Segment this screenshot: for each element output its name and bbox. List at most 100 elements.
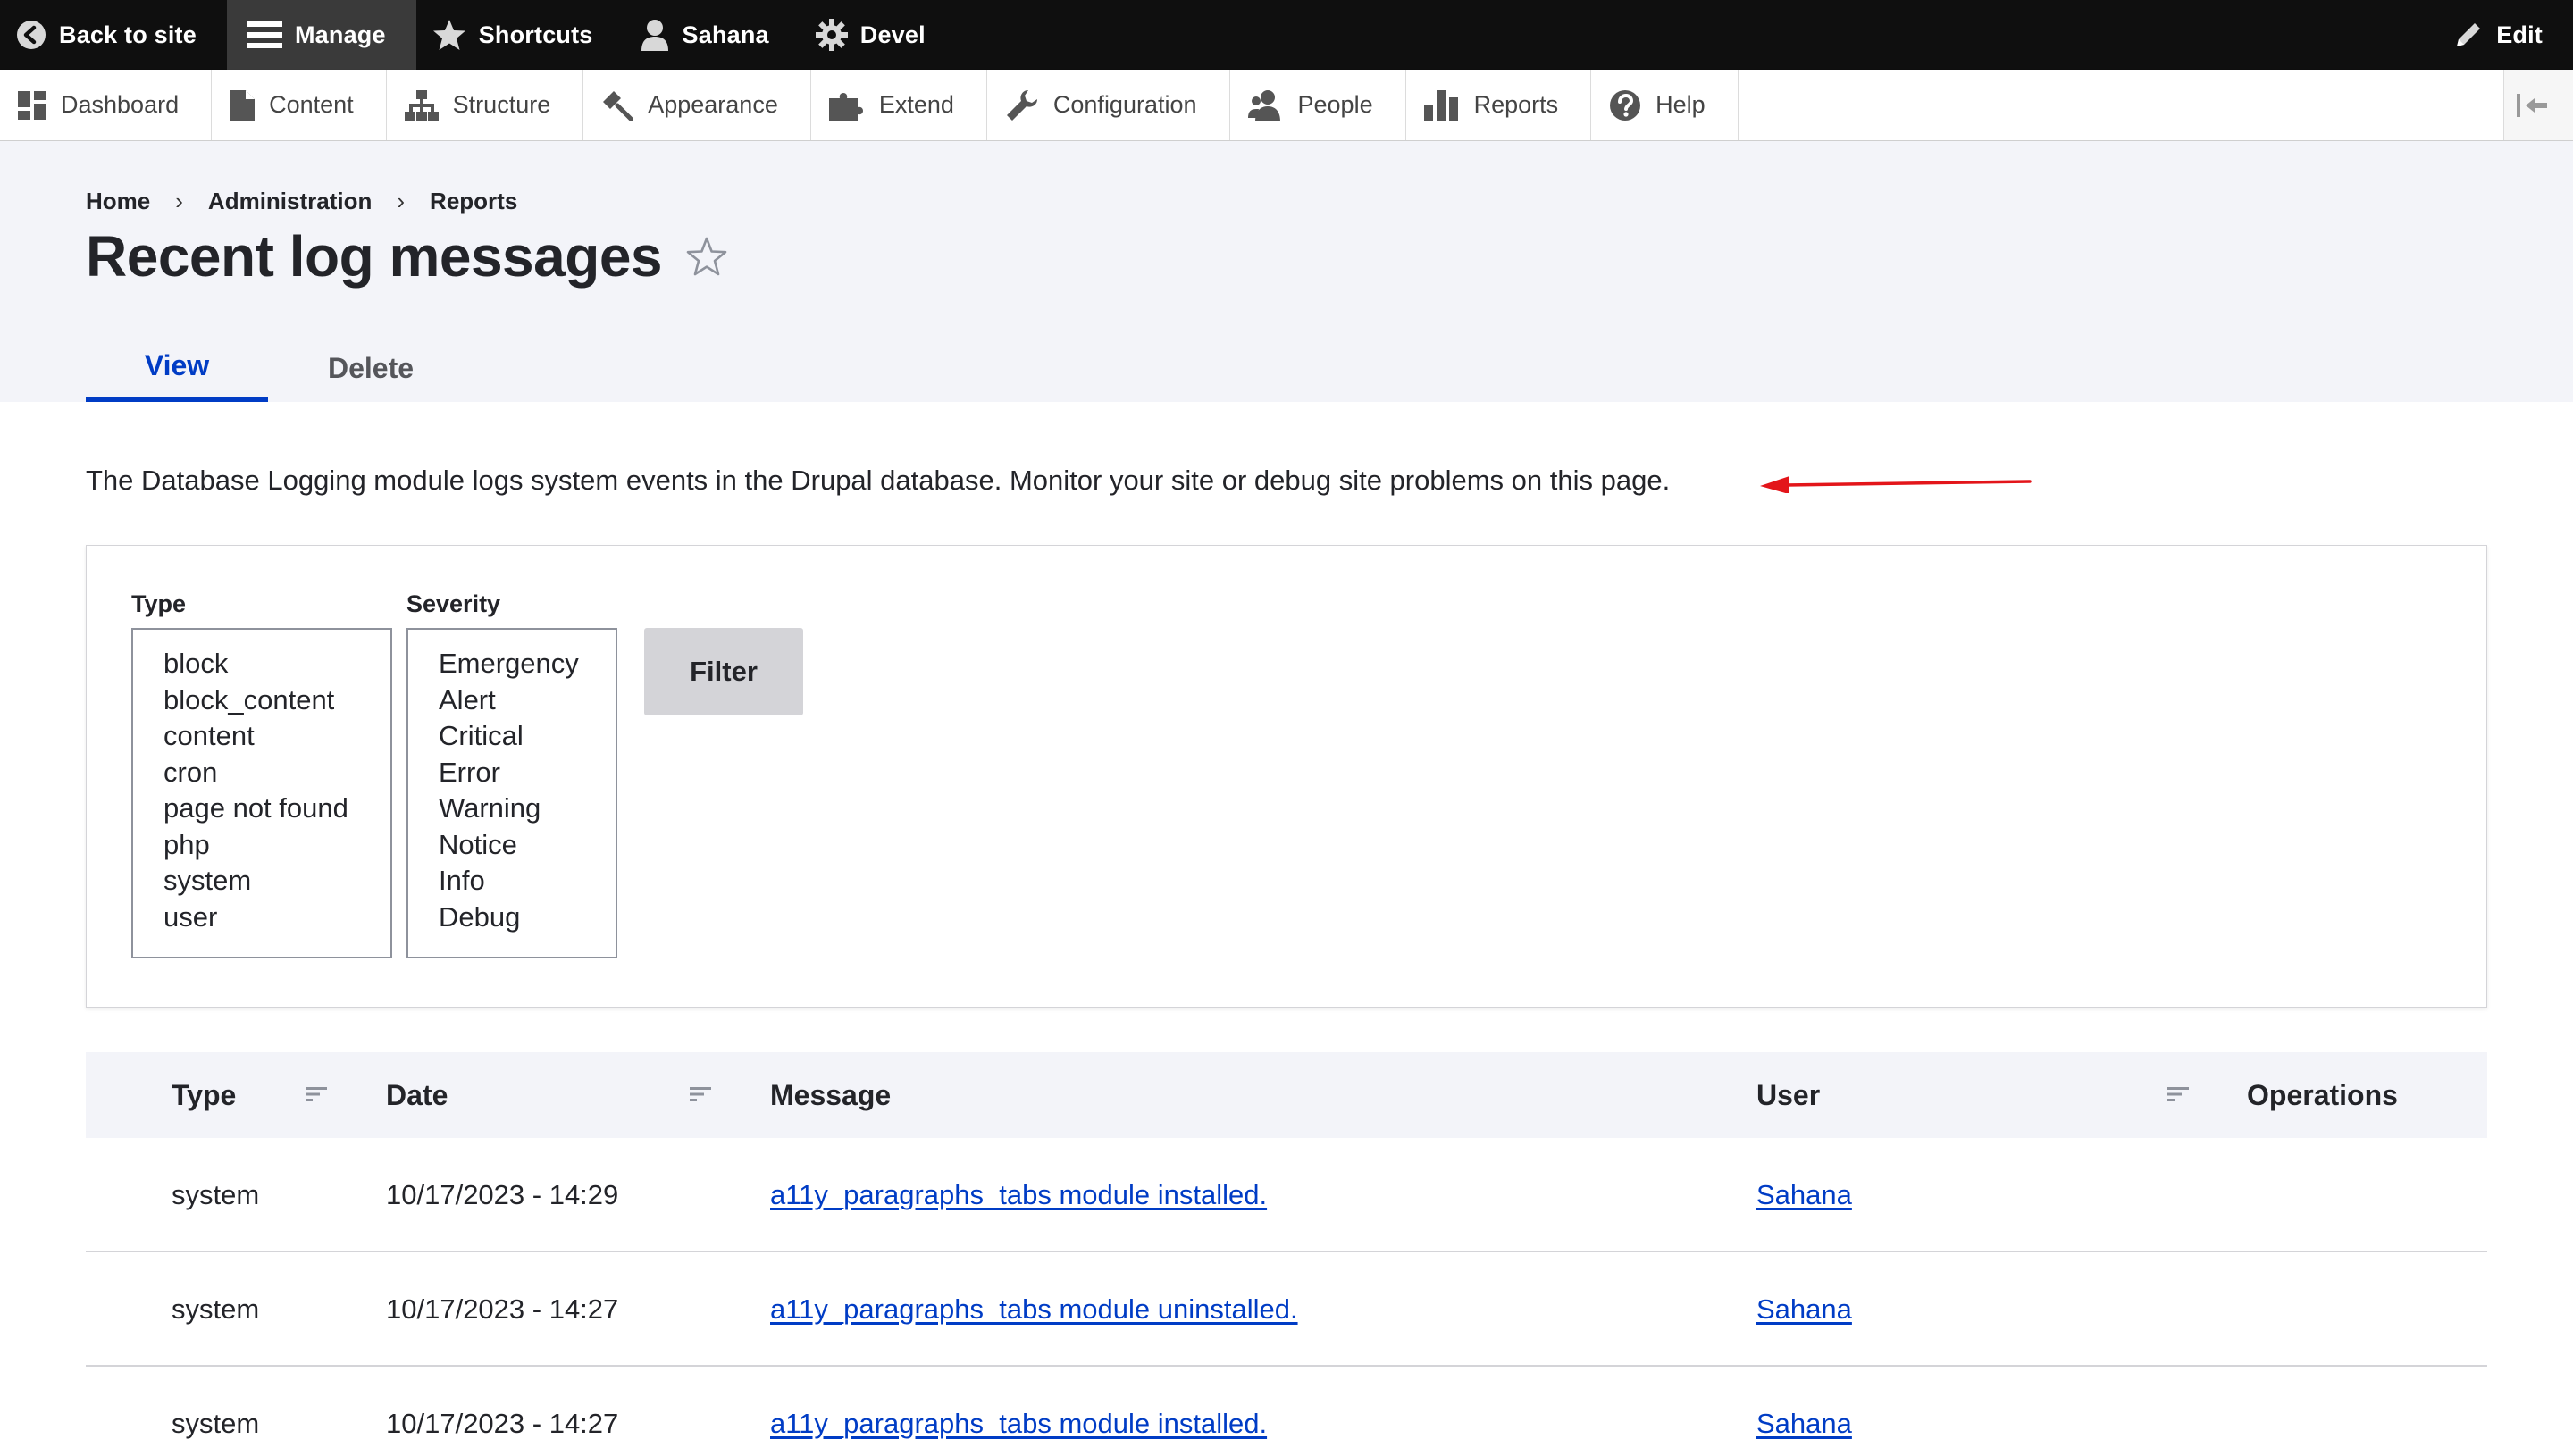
sort-icon[interactable]	[306, 1086, 327, 1102]
message-link[interactable]: a11y_paragraphs_tabs module installed.	[770, 1179, 1267, 1211]
breadcrumb-reports[interactable]: Reports	[430, 188, 517, 215]
severity-option[interactable]: Debug	[439, 900, 616, 936]
sort-icon[interactable]	[690, 1086, 711, 1102]
gear-icon	[815, 19, 848, 51]
tray-item-reports[interactable]: Reports	[1406, 70, 1592, 140]
column-header-message: Message	[770, 1078, 892, 1111]
user-icon	[641, 20, 668, 51]
cell-type: system	[172, 1293, 260, 1325]
severity-option[interactable]: Error	[439, 755, 616, 791]
breadcrumb-home[interactable]: Home	[86, 188, 150, 215]
severity-option[interactable]: Warning	[439, 791, 616, 827]
page-header: Home › Administration › Reports Recent l…	[0, 141, 2573, 402]
admin-toolbar: Back to site Manage Shortcuts Sahana Dev…	[0, 0, 2573, 70]
reports-icon	[1423, 89, 1458, 121]
tray-item-appearance[interactable]: Appearance	[583, 70, 811, 140]
table-row: system 10/17/2023 - 14:27 a11y_paragraph…	[86, 1367, 2487, 1456]
back-arrow-icon	[17, 21, 46, 49]
type-option[interactable]: php	[163, 827, 390, 864]
column-header-date[interactable]: Date	[386, 1052, 448, 1138]
tray-item-extend[interactable]: Extend	[811, 70, 987, 140]
primary-tabs: View Delete	[86, 329, 474, 402]
cell-date: 10/17/2023 - 14:27	[386, 1293, 619, 1325]
tray-item-label: Appearance	[648, 91, 778, 118]
type-option[interactable]: system	[163, 863, 390, 900]
cell-type: system	[172, 1408, 260, 1439]
type-option[interactable]: cron	[163, 755, 390, 791]
tab-delete[interactable]: Delete	[268, 329, 474, 402]
type-filter-select[interactable]: block block_content content cron page no…	[131, 628, 392, 958]
page-title-text: Recent log messages	[86, 224, 663, 289]
breadcrumb: Home › Administration › Reports	[86, 188, 517, 215]
help-icon	[1610, 89, 1641, 121]
tray-item-label: Dashboard	[61, 91, 180, 118]
add-shortcut-star-icon[interactable]	[685, 236, 728, 277]
message-link[interactable]: a11y_paragraphs_tabs module uninstalled.	[770, 1293, 1298, 1326]
tray-item-content[interactable]: Content	[212, 70, 387, 140]
devel-tab[interactable]: Devel	[800, 0, 956, 70]
severity-filter-select[interactable]: Emergency Alert Critical Error Warning N…	[406, 628, 617, 958]
type-option[interactable]: block_content	[163, 682, 390, 719]
back-to-site-label: Back to site	[59, 21, 197, 48]
type-option[interactable]: content	[163, 718, 390, 755]
user-link[interactable]: Sahana	[1756, 1408, 1852, 1440]
severity-option[interactable]: Info	[439, 863, 616, 900]
severity-option[interactable]: Critical	[439, 718, 616, 755]
tray-item-help[interactable]: Help	[1591, 70, 1739, 140]
edit-toggle[interactable]: Edit	[2435, 0, 2573, 70]
tray-item-structure[interactable]: Structure	[387, 70, 584, 140]
cell-message: a11y_paragraphs_tabs module installed.	[770, 1138, 1267, 1252]
collapse-icon	[2516, 93, 2547, 117]
tab-view[interactable]: View	[86, 329, 268, 402]
admin-menu-tray: Dashboard Content Structure Appearance E…	[0, 70, 2573, 141]
type-option[interactable]: user	[163, 900, 390, 936]
back-to-site-link[interactable]: Back to site	[0, 0, 227, 70]
column-header-operations: Operations	[2247, 1078, 2398, 1111]
type-filter-label: Type	[131, 590, 187, 617]
type-option[interactable]: block	[163, 646, 390, 682]
cell-user: Sahana	[1756, 1367, 1852, 1456]
cell-user: Sahana	[1756, 1252, 1852, 1367]
content-icon	[230, 89, 256, 121]
user-link[interactable]: Sahana	[1756, 1179, 1852, 1211]
tray-item-people[interactable]: People	[1230, 70, 1406, 140]
severity-option[interactable]: Alert	[439, 682, 616, 719]
cell-user: Sahana	[1756, 1138, 1852, 1252]
extend-icon	[828, 92, 863, 121]
user-label: Sahana	[682, 21, 769, 48]
configuration-icon	[1006, 89, 1037, 121]
dashboard-icon	[18, 90, 46, 120]
breadcrumb-administration[interactable]: Administration	[208, 188, 372, 215]
severity-filter-label: Severity	[406, 590, 501, 617]
filter-button[interactable]: Filter	[644, 628, 803, 715]
hamburger-icon	[246, 21, 282, 48]
message-link[interactable]: a11y_paragraphs_tabs module installed.	[770, 1408, 1267, 1440]
table-row: system 10/17/2023 - 14:29 a11y_paragraph…	[86, 1138, 2487, 1252]
cell-message: a11y_paragraphs_tabs module uninstalled.	[770, 1252, 1298, 1367]
cell-date: 10/17/2023 - 14:29	[386, 1179, 619, 1210]
manage-tab[interactable]: Manage	[226, 0, 416, 70]
cell-date: 10/17/2023 - 14:27	[386, 1408, 619, 1439]
user-tab[interactable]: Sahana	[624, 0, 800, 70]
star-icon	[432, 20, 465, 50]
cell-type: system	[172, 1179, 260, 1210]
edit-label: Edit	[2496, 21, 2543, 48]
severity-option[interactable]: Notice	[439, 827, 616, 864]
appearance-icon	[603, 90, 634, 121]
tray-orientation-toggle[interactable]	[2503, 70, 2573, 140]
sort-icon[interactable]	[2167, 1086, 2189, 1102]
shortcuts-label: Shortcuts	[478, 21, 593, 48]
type-option[interactable]: page not found	[163, 791, 390, 827]
column-header-user[interactable]: User	[1756, 1052, 1820, 1138]
devel-label: Devel	[859, 21, 926, 48]
severity-option[interactable]: Emergency	[439, 646, 616, 682]
annotation-arrow-icon	[1760, 476, 2032, 493]
column-header-type[interactable]: Type	[172, 1052, 236, 1138]
tray-item-dashboard[interactable]: Dashboard	[0, 70, 213, 140]
cell-message: a11y_paragraphs_tabs module installed.	[770, 1367, 1267, 1456]
shortcuts-tab[interactable]: Shortcuts	[416, 0, 624, 70]
filter-log-messages-form: Type block block_content content cron pa…	[86, 545, 2487, 1008]
tray-item-configuration[interactable]: Configuration	[987, 70, 1230, 140]
user-link[interactable]: Sahana	[1756, 1293, 1852, 1326]
tray-item-label: Structure	[452, 91, 551, 118]
